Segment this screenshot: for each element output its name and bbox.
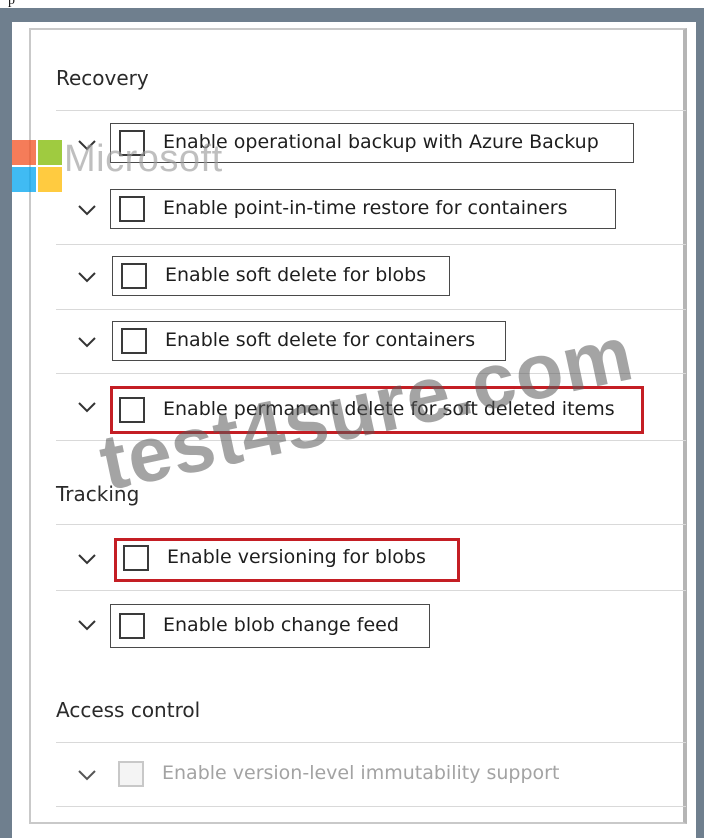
option-label: Enable operational backup with Azure Bac… — [163, 131, 599, 153]
option-change-feed[interactable]: Enable blob change feed — [110, 604, 430, 648]
option-label: Enable point-in-time restore for contain… — [163, 197, 568, 219]
checkbox-point-in-time-restore[interactable] — [119, 196, 145, 222]
chevron-down-icon[interactable] — [76, 203, 98, 217]
option-label: Enable version-level immutability suppor… — [162, 762, 560, 784]
chevron-down-icon[interactable] — [76, 768, 98, 782]
checkbox-change-feed[interactable] — [119, 613, 145, 639]
checkbox-versioning-blobs[interactable] — [123, 545, 149, 571]
section-heading-recovery: Recovery — [56, 66, 149, 90]
microsoft-watermark: Microsoft — [64, 138, 223, 180]
option-point-in-time-restore[interactable]: Enable point-in-time restore for contain… — [110, 189, 616, 229]
separator — [56, 309, 686, 310]
checkbox-version-immutability — [118, 761, 144, 787]
chevron-down-icon[interactable] — [76, 270, 98, 284]
option-label: Enable blob change feed — [163, 614, 399, 636]
option-version-immutability: Enable version-level immutability suppor… — [110, 755, 590, 795]
separator — [56, 590, 686, 591]
separator — [56, 110, 686, 111]
chevron-down-icon[interactable] — [76, 618, 98, 632]
separator — [56, 524, 686, 525]
section-heading-access-control: Access control — [56, 698, 201, 722]
option-label: Enable versioning for blobs — [167, 546, 426, 568]
separator — [56, 244, 686, 245]
option-soft-delete-blobs[interactable]: Enable soft delete for blobs — [112, 256, 450, 296]
chevron-down-icon[interactable] — [76, 552, 98, 566]
microsoft-logo-icon — [12, 140, 62, 192]
option-label: Enable soft delete for blobs — [165, 264, 427, 286]
option-versioning-blobs[interactable]: Enable versioning for blobs — [114, 538, 460, 582]
chevron-down-icon[interactable] — [76, 335, 98, 349]
separator — [56, 806, 686, 807]
checkbox-soft-delete-containers[interactable] — [121, 328, 147, 354]
separator — [56, 742, 686, 743]
checkbox-soft-delete-blobs[interactable] — [121, 263, 147, 289]
chevron-down-icon[interactable] — [76, 400, 98, 414]
